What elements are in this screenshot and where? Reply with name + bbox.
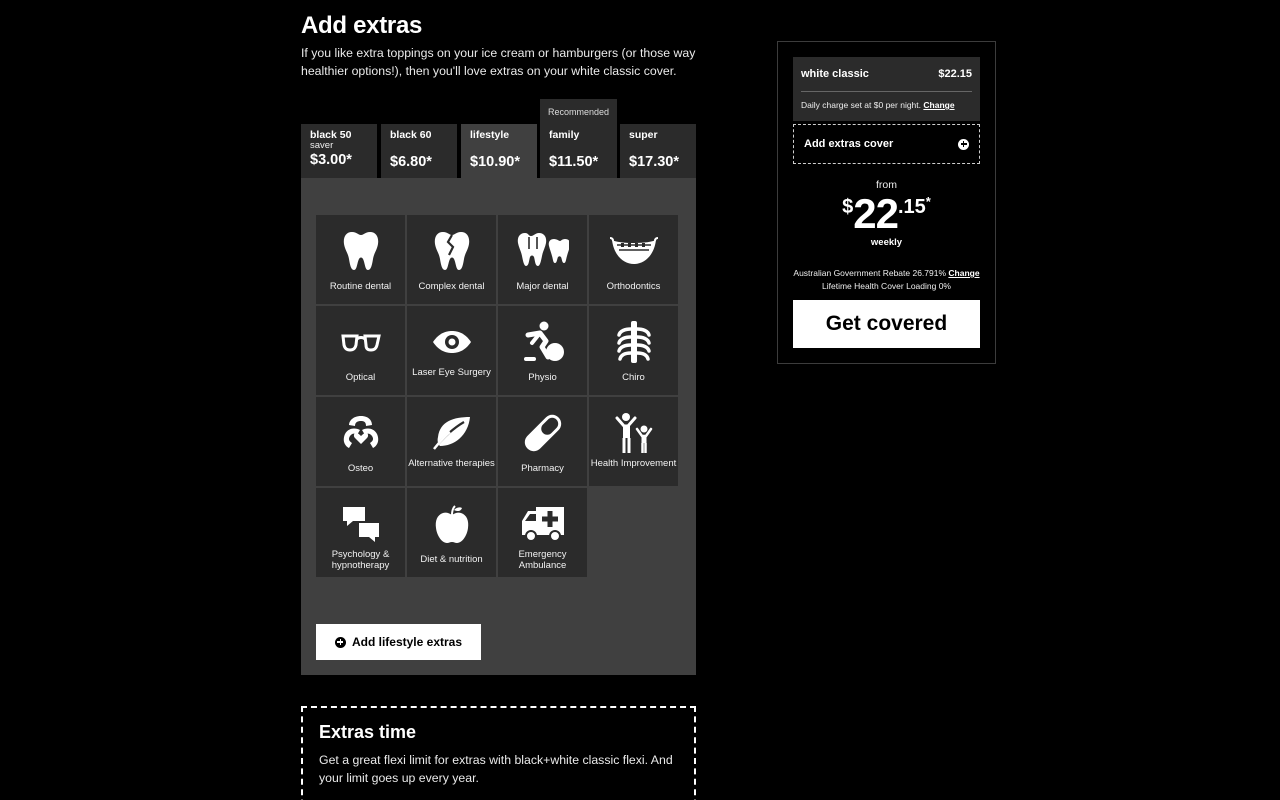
extra-major-dental[interactable]: Major dental (498, 215, 587, 304)
extras-time-box: Extras time Get a great flexi limit for … (301, 706, 696, 800)
intro-text: If you like extra toppings on your ice c… (301, 46, 696, 78)
price-period: weekly (870, 237, 903, 248)
tab-black-60[interactable]: black 60 $6.80* (381, 124, 457, 178)
extra-label: Health Improvement (590, 458, 677, 469)
tab-sub: saver (310, 140, 334, 151)
extra-label: Physio (528, 372, 557, 383)
extra-optical[interactable]: Optical (316, 306, 405, 395)
lhc-loading-text: Lifetime Health Cover Loading 0% (822, 281, 951, 291)
change-daily-charge-link[interactable]: Change (923, 100, 954, 110)
pill-icon (498, 409, 587, 457)
plan-price: $22.15 (938, 68, 972, 80)
ambulance-icon (498, 500, 587, 548)
cracked-tooth-icon (407, 227, 496, 275)
eye-icon (407, 318, 496, 366)
plus-circle-icon (958, 138, 969, 150)
plan-name: white classic (801, 68, 869, 80)
extra-label: Complex dental (418, 281, 485, 292)
extra-routine-dental[interactable]: Routine dental (316, 215, 405, 304)
price-dollars: 22 (853, 190, 899, 237)
extra-psychology[interactable]: Psychology & hypnotherapy (316, 488, 405, 577)
extra-physio[interactable]: Physio (498, 306, 587, 395)
extras-page: Add extras If you like extra toppings on… (0, 0, 1280, 800)
add-lifestyle-extras-button[interactable]: Add lifestyle extras (316, 624, 481, 660)
tab-name: super (629, 129, 658, 141)
extra-label: Chiro (622, 372, 645, 383)
extra-chiro[interactable]: Chiro (589, 306, 678, 395)
tab-name: lifestyle (470, 129, 510, 141)
tab-family[interactable]: family $11.50* (540, 124, 617, 178)
extra-label: Major dental (516, 281, 569, 292)
change-rebate-link[interactable]: Change (948, 268, 979, 278)
extras-tabs: black 50 saver $3.00* black 60 $6.80* li… (301, 124, 696, 179)
get-covered-button[interactable]: Get covered (793, 300, 980, 348)
tab-price: $3.00* (310, 152, 352, 168)
extra-label: Routine dental (329, 281, 392, 292)
tab-price: $6.80* (390, 154, 432, 170)
hospital-cover-box: white classic $22.15 Daily charge set at… (793, 57, 980, 121)
extra-label: Orthodontics (606, 281, 661, 292)
physio-ball-icon (498, 318, 587, 366)
extra-pharmacy[interactable]: Pharmacy (498, 397, 587, 486)
extra-orthodontics[interactable]: Orthodontics (589, 215, 678, 304)
recommended-badge: Recommended (540, 99, 617, 124)
osteo-heart-icon (316, 409, 405, 457)
extra-osteo[interactable]: Osteo (316, 397, 405, 486)
extras-time-title: Extras time (319, 722, 417, 742)
extra-alternative-therapies[interactable]: Alternative therapies (407, 397, 496, 486)
weekly-price: $22.15* (778, 192, 995, 236)
extra-laser-eye-surgery[interactable]: Laser Eye Surgery (407, 306, 496, 395)
tab-price: $10.90* (470, 154, 520, 170)
extra-complex-dental[interactable]: Complex dental (407, 215, 496, 304)
plus-circle-icon (334, 636, 346, 648)
extra-label: Pharmacy (521, 463, 564, 474)
extra-label: Osteo (347, 463, 374, 474)
family-icon (589, 409, 678, 457)
extras-panel: Routine dental Complex dental Major dent… (301, 178, 696, 675)
tab-lifestyle[interactable]: lifestyle $10.90* (461, 124, 537, 179)
rebate-info: Australian Government Rebate 26.791% Cha… (778, 267, 995, 293)
extra-label: Emergency Ambulance (518, 549, 567, 571)
spine-icon (589, 318, 678, 366)
extra-label: Alternative therapies (408, 458, 495, 469)
teeth-icon (498, 227, 587, 275)
extra-label: Laser Eye Surgery (412, 367, 491, 378)
extras-time-body: Get a great flexi limit for extras with … (319, 753, 673, 785)
extra-label: Optical (345, 372, 376, 383)
add-extras-cover-label: Add extras cover (804, 138, 894, 150)
extra-diet-nutrition[interactable]: Diet & nutrition (407, 488, 496, 577)
extra-label: Diet & nutrition (420, 554, 483, 565)
rebate-text: Australian Government Rebate 26.791% (793, 268, 947, 278)
extra-emergency-ambulance[interactable]: Emergency Ambulance (498, 488, 587, 577)
tab-price: $17.30* (629, 154, 679, 170)
glasses-icon (316, 318, 405, 366)
extra-label: Psychology & hypnotherapy (331, 549, 390, 571)
tab-name: black 60 (390, 129, 432, 141)
tab-name: family (549, 129, 580, 141)
tab-black-50[interactable]: black 50 saver $3.00* (301, 124, 377, 178)
rebate-line: Australian Government Rebate 26.791% Cha… (778, 267, 995, 280)
extra-health-improvement[interactable]: Health Improvement (589, 397, 678, 486)
add-extras-cover-button[interactable]: Add extras cover (793, 124, 980, 164)
add-button-label: Add lifestyle extras (351, 635, 463, 649)
daily-charge-label: Daily charge set at $0 per night. (801, 100, 922, 110)
cover-summary: white classic $22.15 Daily charge set at… (777, 41, 996, 364)
daily-charge-text: Daily charge set at $0 per night. Change (801, 100, 955, 110)
tab-price: $11.50* (549, 154, 599, 170)
braces-smile-icon (589, 227, 678, 275)
divider (801, 91, 972, 92)
apple-icon (407, 500, 496, 548)
price-asterisk: * (925, 194, 931, 209)
page-title: Add extras (301, 12, 423, 39)
price-cents: .15 (897, 196, 926, 218)
price-currency: $ (842, 196, 854, 218)
leaf-icon (407, 409, 496, 457)
speech-bubbles-icon (316, 500, 405, 548)
tab-super[interactable]: super $17.30* (620, 124, 696, 178)
tooth-icon (316, 227, 405, 275)
